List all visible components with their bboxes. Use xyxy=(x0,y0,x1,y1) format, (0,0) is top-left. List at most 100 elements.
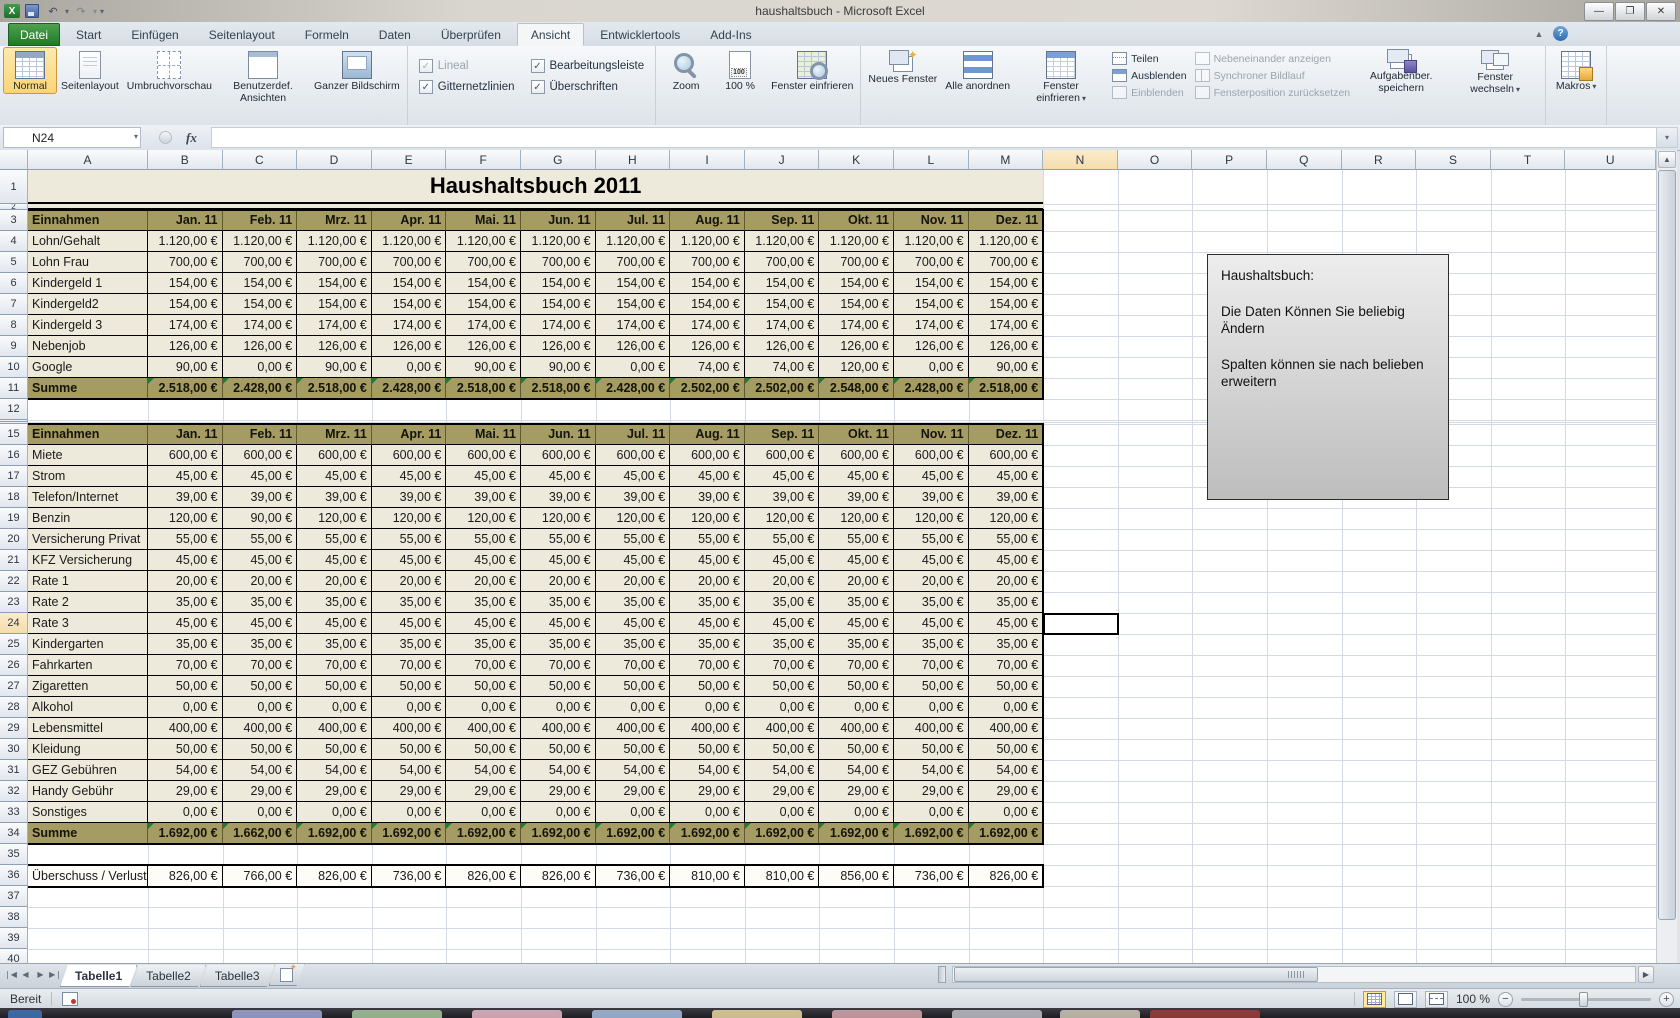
row-header-3[interactable]: 3 xyxy=(0,210,28,231)
ribbon-tab-berpr-fen[interactable]: Überprüfen xyxy=(427,23,515,46)
cell-D27[interactable]: 50,00 € xyxy=(297,676,372,697)
checkbox-icon[interactable]: ✓ xyxy=(531,80,545,94)
cell-D3[interactable]: Mrz. 11 xyxy=(297,210,372,231)
column-header-N[interactable]: N xyxy=(1043,150,1118,170)
cell-E5[interactable]: 700,00 € xyxy=(372,252,447,273)
cell-C10[interactable]: 0,00 € xyxy=(223,357,298,378)
cell-D11[interactable]: 2.518,00 € xyxy=(297,378,372,399)
cell-D30[interactable]: 50,00 € xyxy=(297,739,372,760)
row-header-19[interactable]: 19 xyxy=(0,508,28,529)
cell-D10[interactable]: 90,00 € xyxy=(297,357,372,378)
cell-A7[interactable]: Kindergeld2 xyxy=(28,294,148,315)
cell-H6[interactable]: 154,00 € xyxy=(596,273,671,294)
cell-I20[interactable]: 55,00 € xyxy=(670,529,745,550)
zoom-slider[interactable] xyxy=(1521,998,1651,1001)
cell-D20[interactable]: 55,00 € xyxy=(297,529,372,550)
column-header-I[interactable]: I xyxy=(670,150,745,170)
cell-K29[interactable]: 400,00 € xyxy=(819,718,894,739)
cell-J29[interactable]: 400,00 € xyxy=(745,718,820,739)
column-header-K[interactable]: K xyxy=(819,150,894,170)
cell-B22[interactable]: 20,00 € xyxy=(148,571,223,592)
cell-J4[interactable]: 1.120,00 € xyxy=(745,231,820,252)
note-textbox[interactable]: Haushaltsbuch: Die Daten Können Sie beli… xyxy=(1207,254,1449,500)
cell-A15[interactable]: Einnahmen xyxy=(28,424,148,445)
cell-C15[interactable]: Feb. 11 xyxy=(223,424,298,445)
cell-K31[interactable]: 54,00 € xyxy=(819,760,894,781)
cell-B27[interactable]: 50,00 € xyxy=(148,676,223,697)
cell-F11[interactable]: 2.518,00 € xyxy=(446,378,521,399)
cell-G19[interactable]: 120,00 € xyxy=(521,508,596,529)
row-header-21[interactable]: 21 xyxy=(0,550,28,571)
cell-F30[interactable]: 50,00 € xyxy=(446,739,521,760)
cell-A30[interactable]: Kleidung xyxy=(28,739,148,760)
cell-J16[interactable]: 600,00 € xyxy=(745,445,820,466)
cell-G17[interactable]: 45,00 € xyxy=(521,466,596,487)
sheet-tab-tabelle1[interactable]: Tabelle1 xyxy=(60,965,137,987)
cell-I16[interactable]: 600,00 € xyxy=(670,445,745,466)
row-header-11[interactable]: 11 xyxy=(0,378,28,399)
cell-H11[interactable]: 2.428,00 € xyxy=(596,378,671,399)
cell-A21[interactable]: KFZ Versicherung xyxy=(28,550,148,571)
cell-A36[interactable]: Überschuss / Verlust xyxy=(28,865,148,886)
cell-D33[interactable]: 0,00 € xyxy=(297,802,372,823)
cell-F16[interactable]: 600,00 € xyxy=(446,445,521,466)
checkbox-icon[interactable]: ✓ xyxy=(531,59,545,73)
cell-M3[interactable]: Dez. 11 xyxy=(969,210,1044,231)
cell-B18[interactable]: 39,00 € xyxy=(148,487,223,508)
cell-M31[interactable]: 54,00 € xyxy=(969,760,1044,781)
cell-E15[interactable]: Apr. 11 xyxy=(372,424,447,445)
cell-E20[interactable]: 55,00 € xyxy=(372,529,447,550)
cell-H15[interactable]: Jul. 11 xyxy=(596,424,671,445)
cell-L8[interactable]: 174,00 € xyxy=(894,315,969,336)
cell-M24[interactable]: 45,00 € xyxy=(969,613,1044,634)
checkbox-bearbeitungsleiste[interactable]: ✓Bearbeitungsleiste xyxy=(531,59,645,73)
cell-J6[interactable]: 154,00 € xyxy=(745,273,820,294)
cell-D15[interactable]: Mrz. 11 xyxy=(297,424,372,445)
row-header-18[interactable]: 18 xyxy=(0,487,28,508)
cell-I6[interactable]: 154,00 € xyxy=(670,273,745,294)
cell-M25[interactable]: 35,00 € xyxy=(969,634,1044,655)
cell-H30[interactable]: 50,00 € xyxy=(596,739,671,760)
cell-C3[interactable]: Feb. 11 xyxy=(223,210,298,231)
taskbar-button[interactable] xyxy=(472,1010,562,1018)
cell-L18[interactable]: 39,00 € xyxy=(894,487,969,508)
fenster-wechseln-button[interactable]: Fenster wechseln▾ xyxy=(1448,47,1542,96)
cell-E31[interactable]: 54,00 € xyxy=(372,760,447,781)
cell-L7[interactable]: 154,00 € xyxy=(894,294,969,315)
ribbon-tab-start[interactable]: Start xyxy=(62,23,115,46)
cell-C7[interactable]: 154,00 € xyxy=(223,294,298,315)
cell-G28[interactable]: 0,00 € xyxy=(521,697,596,718)
cell-C33[interactable]: 0,00 € xyxy=(223,802,298,823)
column-header-F[interactable]: F xyxy=(446,150,521,170)
cell-F27[interactable]: 50,00 € xyxy=(446,676,521,697)
cell-I24[interactable]: 45,00 € xyxy=(670,613,745,634)
cell-H4[interactable]: 1.120,00 € xyxy=(596,231,671,252)
cell-G11[interactable]: 2.518,00 € xyxy=(521,378,596,399)
page-layout-view-button[interactable] xyxy=(1394,991,1417,1008)
cell-L23[interactable]: 35,00 € xyxy=(894,592,969,613)
cell-H8[interactable]: 174,00 € xyxy=(596,315,671,336)
cell-C22[interactable]: 20,00 € xyxy=(223,571,298,592)
cell-J7[interactable]: 154,00 € xyxy=(745,294,820,315)
cell-A17[interactable]: Strom xyxy=(28,466,148,487)
cell-M36[interactable]: 826,00 € xyxy=(969,865,1044,886)
cell-K21[interactable]: 45,00 € xyxy=(819,550,894,571)
prev-sheet-icon[interactable]: ◀ xyxy=(19,967,32,982)
cell-A9[interactable]: Nebenjob xyxy=(28,336,148,357)
cell-G21[interactable]: 45,00 € xyxy=(521,550,596,571)
cell-D8[interactable]: 174,00 € xyxy=(297,315,372,336)
cell-K15[interactable]: Okt. 11 xyxy=(819,424,894,445)
cell-B7[interactable]: 154,00 € xyxy=(148,294,223,315)
cell-D4[interactable]: 1.120,00 € xyxy=(297,231,372,252)
cell-K11[interactable]: 2.548,00 € xyxy=(819,378,894,399)
cell-E6[interactable]: 154,00 € xyxy=(372,273,447,294)
row-header-1[interactable]: 1 xyxy=(0,170,28,204)
cell-K30[interactable]: 50,00 € xyxy=(819,739,894,760)
cell-I8[interactable]: 174,00 € xyxy=(670,315,745,336)
cell-C9[interactable]: 126,00 € xyxy=(223,336,298,357)
cell-E11[interactable]: 2.428,00 € xyxy=(372,378,447,399)
cell-B15[interactable]: Jan. 11 xyxy=(148,424,223,445)
cell-M15[interactable]: Dez. 11 xyxy=(969,424,1044,445)
cell-J18[interactable]: 39,00 € xyxy=(745,487,820,508)
cell-J22[interactable]: 20,00 € xyxy=(745,571,820,592)
